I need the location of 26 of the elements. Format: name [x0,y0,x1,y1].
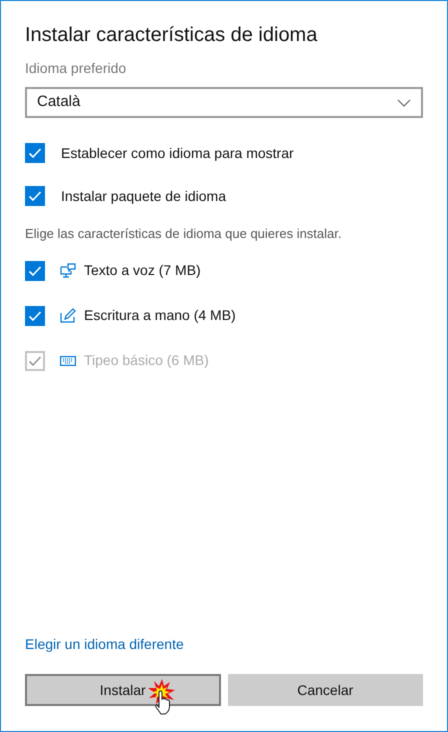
chevron-down-icon [397,98,411,106]
features-intro: Elige las características de idioma que quieres instalar. [25,225,342,243]
dialog-button[interactable]: Instalar [25,674,220,706]
choose-language-link[interactable]: Elegir un idioma diferente [25,634,184,655]
dialog-button[interactable]: Cancelar [228,674,423,706]
checkbox-label: Instalar paquete de idioma [61,186,226,206]
checkbox[interactable] [25,143,45,163]
language-dropdown[interactable]: Català [25,87,423,118]
field-label: Idioma preferido [25,59,128,78]
checkmark-icon [28,354,42,368]
checkmark-icon [28,308,42,322]
checkbox[interactable] [25,306,45,326]
dialog-title: Instalar características de idioma [25,23,318,48]
feature-label: Escritura a mano (4 MB) [84,306,236,325]
speech-monitor-icon [60,262,76,278]
keyboard-icon [60,354,76,366]
feature-label: Tipeo básico (6 MB) [84,351,209,370]
checkbox[interactable] [25,260,45,280]
checkmark-icon [28,264,42,278]
checkmark-icon [28,146,42,160]
pen-box-icon [60,308,76,324]
hand-cursor-icon [147,679,177,715]
checkbox-label: Establecer como idioma para mostrar [61,144,294,163]
checkbox[interactable] [25,186,45,206]
checkmark-icon [28,189,42,203]
feature-label: Texto a voz (7 MB) [84,261,201,280]
